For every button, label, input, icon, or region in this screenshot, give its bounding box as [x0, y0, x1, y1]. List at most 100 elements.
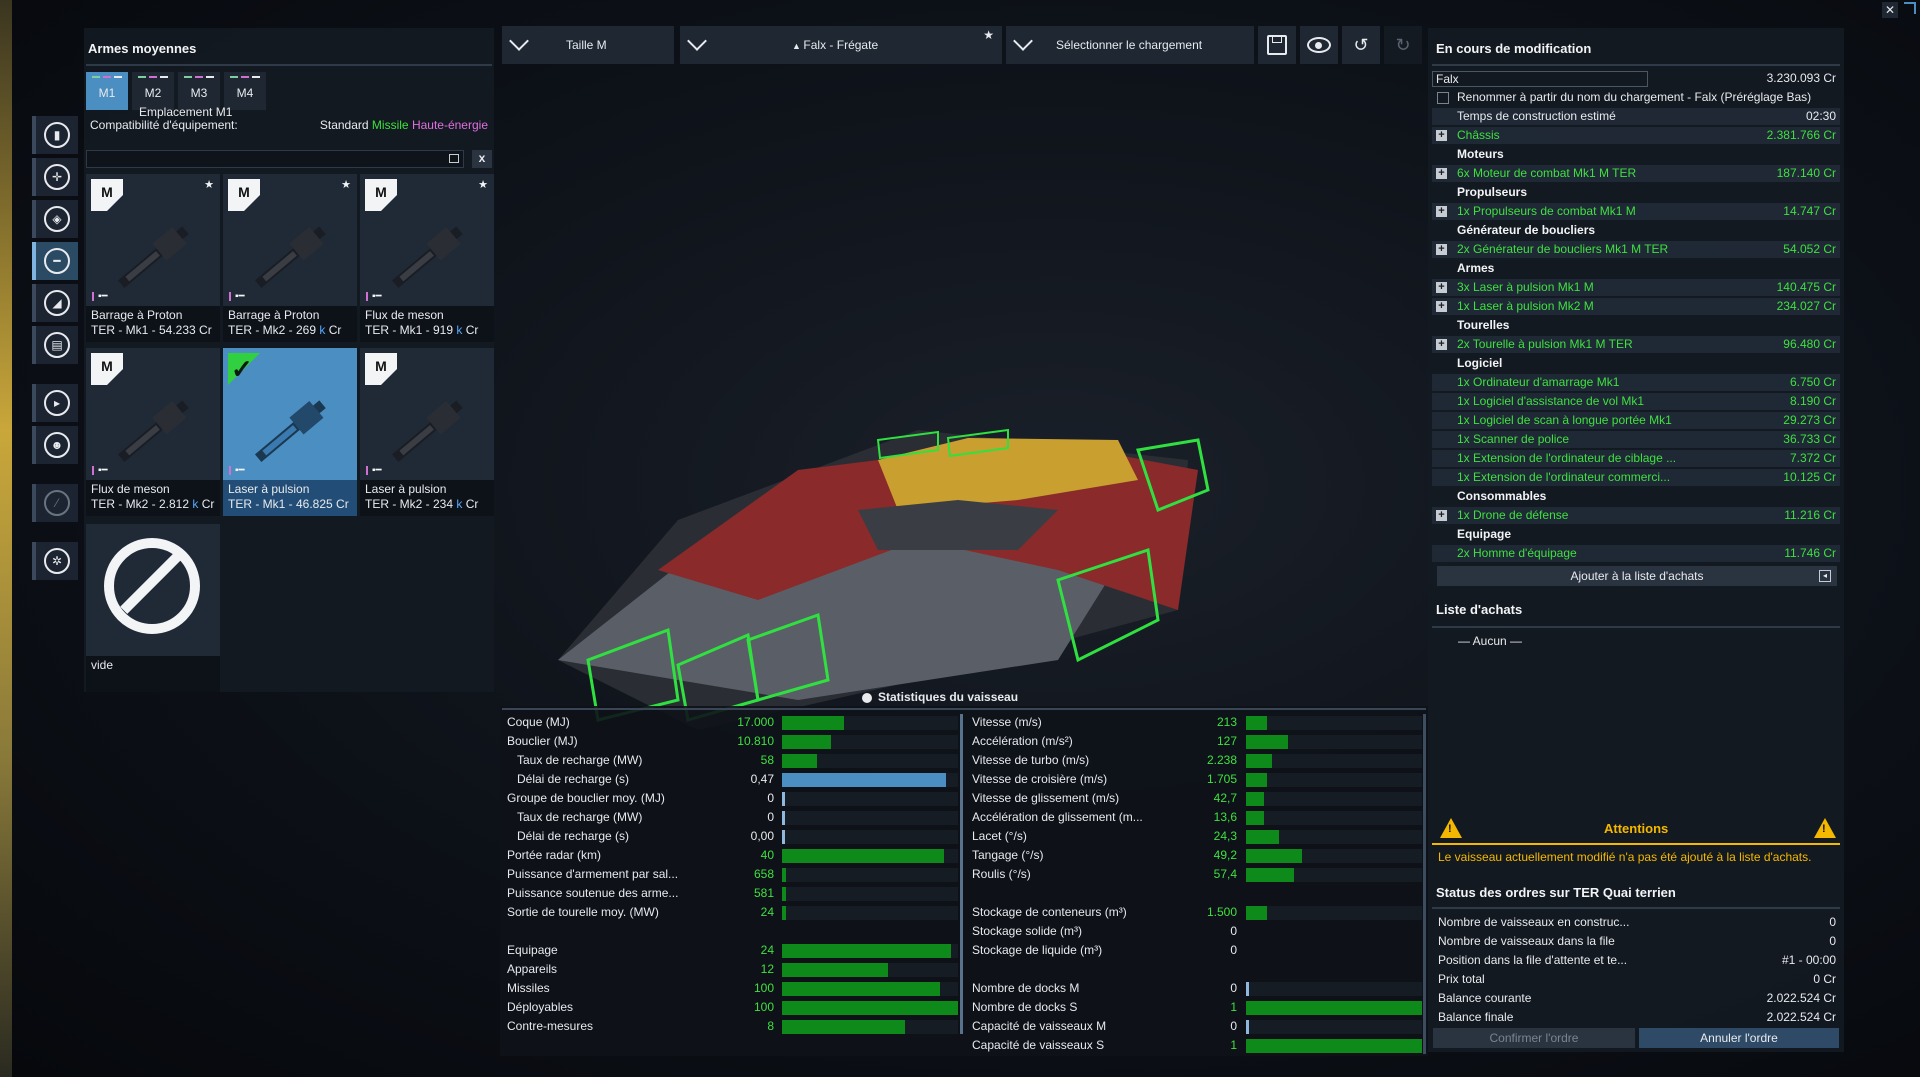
component-row[interactable]: 2x Homme d'équipage 11.746 Cr — [1432, 545, 1840, 562]
stat-bar — [1246, 792, 1264, 806]
sidebar-software[interactable]: ▤ — [32, 326, 78, 364]
component-row[interactable]: +2x Générateur de boucliers Mk1 M TER 54.… — [1432, 241, 1840, 258]
ship-dropdown[interactable]: ▲ Falx - Frégate ★ — [680, 26, 1002, 64]
expand-plus-icon[interactable]: + — [1436, 301, 1447, 312]
weapon-card[interactable]: M ★ ▪━ Flux de meson TER - Mk1 - 919 k Cr — [360, 174, 494, 342]
rename-label: Renommer à partir du nom du chargement -… — [1457, 90, 1812, 104]
confirm-order-button[interactable]: Confirmer l'ordre — [1433, 1028, 1635, 1048]
stat-bar — [782, 982, 940, 996]
sidebar-settings[interactable]: ✲ — [32, 542, 78, 580]
stats-underline — [502, 708, 1426, 710]
order-label: Balance courante — [1438, 991, 1532, 1005]
expand-plus-icon[interactable]: + — [1436, 244, 1447, 255]
weapon-name: Barrage à Proton — [228, 308, 320, 322]
order-value: 2.022.524 Cr — [1766, 991, 1836, 1005]
favorite-star-icon[interactable]: ★ — [478, 178, 488, 191]
add-to-list-button[interactable]: Ajouter à la liste d'achats ◂ — [1437, 566, 1837, 586]
stat-label: Sortie de tourelle moy. (MW) — [507, 905, 659, 919]
stat-bar-track — [782, 887, 958, 901]
expand-plus-icon[interactable]: + — [1436, 168, 1447, 179]
stat-label: Bouclier (MJ) — [507, 734, 578, 748]
search-input[interactable] — [86, 150, 464, 168]
stat-bar — [782, 716, 844, 730]
sidebar-crew[interactable]: ☻ — [32, 426, 78, 464]
redo-button[interactable]: ↻ — [1384, 26, 1422, 64]
loadout-dropdown[interactable]: Sélectionner le chargement — [1006, 26, 1254, 64]
close-button[interactable]: ✕ — [1882, 2, 1898, 18]
close-icon: ✕ — [1884, 3, 1896, 17]
sidebar-engines[interactable]: ▮ — [32, 116, 78, 154]
component-row[interactable]: +6x Moteur de combat Mk1 M TER 187.140 Cr — [1432, 165, 1840, 182]
ship-name-input[interactable]: Falx — [1432, 71, 1648, 87]
component-row[interactable]: 1x Extension de l'ordinateur commerci...… — [1432, 469, 1840, 486]
sidebar-shields[interactable]: ◈ — [32, 200, 78, 238]
chevron-down-icon — [509, 31, 529, 51]
sidebar-paint[interactable]: ⁄ — [32, 484, 78, 522]
component-name: 2x Tourelle à pulsion Mk1 M TER — [1457, 337, 1633, 351]
manufacturer-badge-icon: M — [91, 179, 123, 211]
ship-render[interactable] — [498, 400, 1218, 730]
weapon-card[interactable]: M ★ ▪━ Barrage à Proton TER - Mk2 - 269 k Cr — [223, 174, 357, 342]
sidebar-consumables[interactable]: ▸ — [32, 384, 78, 422]
weapon-details: TER - Mk2 - 234 k Cr — [365, 497, 489, 512]
stat-bar-track — [1246, 1020, 1422, 1034]
stat-bar — [782, 1020, 905, 1034]
favorite-star-icon[interactable]: ★ — [983, 28, 994, 42]
stat-label: Groupe de bouclier moy. (MJ) — [507, 791, 665, 805]
expand-plus-icon[interactable]: + — [1436, 510, 1447, 521]
favorite-star-icon[interactable]: ★ — [204, 178, 214, 191]
component-price: 36.733 Cr — [1783, 432, 1836, 446]
sidebar-thrusters[interactable]: ✛ — [32, 158, 78, 196]
component-row[interactable]: 1x Logiciel d'assistance de vol Mk1 8.190… — [1432, 393, 1840, 410]
weapon-name: Laser à pulsion — [228, 482, 310, 496]
component-row[interactable]: +2x Tourelle à pulsion Mk1 M TER 96.480 C… — [1432, 336, 1840, 353]
stat-value: 57,4 — [1213, 867, 1237, 881]
undo-button[interactable]: ↺ — [1342, 26, 1380, 64]
size-dropdown[interactable]: Taille M — [502, 26, 674, 64]
order-label: Nombre de vaisseaux en construc... — [1438, 915, 1630, 929]
component-row[interactable]: 1x Logiciel de scan à longue portée Mk1 2… — [1432, 412, 1840, 429]
component-row[interactable]: +3x Laser à pulsion Mk1 M 140.475 Cr — [1432, 279, 1840, 296]
stat-bar — [782, 944, 951, 958]
chevron-down-icon — [687, 31, 707, 51]
weapon-card[interactable]: ✓ ▪━ Laser à pulsion TER - Mk1 - 46.825 Cr — [223, 348, 357, 516]
clear-search-button[interactable]: x — [472, 150, 492, 168]
weapons-panel-title: Armes moyennes — [88, 41, 197, 56]
component-name: 1x Extension de l'ordinateur de ciblage … — [1457, 451, 1677, 465]
rename-checkbox[interactable] — [1437, 92, 1449, 104]
stat-value: 1 — [1230, 1000, 1237, 1014]
view-toggle-button[interactable] — [1300, 26, 1338, 64]
window-edge — [0, 0, 12, 1077]
component-name: 1x Logiciel de scan à longue portée Mk1 — [1457, 413, 1672, 427]
tab-m1[interactable]: M1 — [86, 72, 128, 110]
expand-plus-icon[interactable]: + — [1436, 282, 1447, 293]
expand-plus-icon[interactable]: + — [1436, 339, 1447, 350]
component-row[interactable]: 1x Ordinateur d'amarrage Mk1 6.750 Cr — [1432, 374, 1840, 391]
favorite-star-icon[interactable]: ★ — [341, 178, 351, 191]
weapon-card[interactable]: M ★ ▪━ Barrage à Proton TER - Mk1 - 54.233 C… — [86, 174, 220, 342]
weapon-card[interactable]: M ▪━ Flux de meson TER - Mk2 - 2.812 k Cr — [86, 348, 220, 516]
ship-label-wrap: ▲ Falx - Frégate — [792, 38, 878, 52]
sidebar-weapons[interactable]: ━ — [32, 242, 78, 280]
category-heading: Armes — [1457, 261, 1495, 275]
save-button[interactable] — [1258, 26, 1296, 64]
stat-value: 10.810 — [737, 734, 774, 748]
stat-bar-zero — [782, 811, 785, 825]
component-row[interactable]: + Châssis 2.381.766 Cr — [1432, 127, 1840, 144]
component-row[interactable]: +1x Propulseurs de combat Mk1 M 14.747 Cr — [1432, 203, 1840, 220]
expand-plus-icon[interactable]: + — [1436, 130, 1447, 141]
weapon-card-empty[interactable]: vide — [86, 524, 220, 692]
component-row[interactable]: 1x Scanner de police 36.733 Cr — [1432, 431, 1840, 448]
stat-label: Portée radar (km) — [507, 848, 602, 862]
sidebar-turrets[interactable]: ◢ — [32, 284, 78, 322]
weapon-card[interactable]: M ▪━ Laser à pulsion TER - Mk2 - 234 k Cr — [360, 348, 494, 516]
manufacturer-badge-icon: M — [228, 179, 260, 211]
component-row[interactable]: +1x Laser à pulsion Mk2 M 234.027 Cr — [1432, 298, 1840, 315]
stat-label: Vitesse de croisière (m/s) — [972, 772, 1108, 786]
component-row[interactable]: +1x Drone de défense 11.216 Cr — [1432, 507, 1840, 524]
expand-plus-icon[interactable]: + — [1436, 206, 1447, 217]
compat-values: Standard Missile Haute-énergie — [320, 118, 488, 132]
component-row[interactable]: 1x Extension de l'ordinateur de ciblage … — [1432, 450, 1840, 467]
cancel-order-button[interactable]: Annuler l'ordre — [1639, 1028, 1839, 1048]
stat-value: 581 — [753, 886, 774, 900]
